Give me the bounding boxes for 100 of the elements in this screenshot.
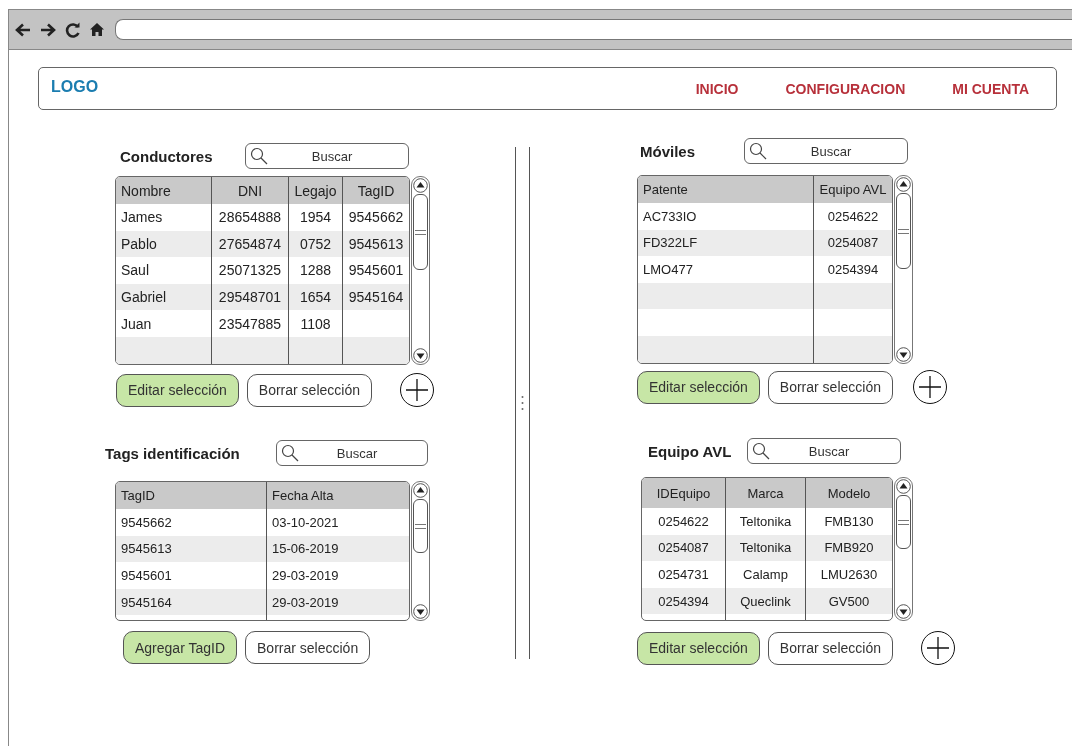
nav-link[interactable]: CONFIGURACION — [785, 80, 906, 97]
table-cell-text: 0254087 — [657, 539, 710, 558]
column-header: Fecha Alta — [266, 482, 409, 509]
table-cell: Queclink — [725, 587, 805, 615]
nav-link[interactable]: MI CUENTA — [952, 80, 1029, 97]
search-icon — [250, 147, 268, 165]
table-cell: 23547885 — [211, 310, 288, 337]
table-cell: Teltonika — [725, 534, 805, 562]
primary-button[interactable]: Editar selección — [637, 370, 760, 404]
table-cell: 1954 — [288, 204, 342, 231]
scroll-up-icon[interactable] — [413, 178, 428, 193]
table-cell-text: 0254731 — [657, 566, 710, 584]
search-field[interactable]: Buscar — [276, 440, 428, 466]
table-cell: 29-03-2019 — [266, 588, 409, 616]
back-arrow-icon[interactable] — [15, 22, 31, 37]
column-header: TagID — [342, 177, 409, 204]
table-cell: 1108 — [288, 310, 342, 337]
search-field[interactable]: Buscar — [245, 143, 409, 169]
table-cell-text: James — [120, 208, 164, 228]
plus-icon — [919, 376, 941, 398]
table-cell-text: Gabriel — [120, 288, 168, 308]
table-cell: 0254087 — [813, 229, 892, 257]
table-cell-text: 0254394 — [657, 592, 710, 611]
table-cell: 1288 — [288, 257, 342, 284]
scroll-thumb[interactable] — [413, 194, 428, 270]
secondary-button[interactable]: Borrar selección — [767, 370, 893, 404]
table-cell-text: 0254622 — [657, 512, 710, 531]
scroll-thumb[interactable] — [896, 495, 911, 549]
table-cell: 25071325 — [211, 257, 288, 284]
scrollbar[interactable] — [411, 481, 430, 621]
add-button[interactable] — [913, 370, 947, 404]
scroll-up-icon[interactable] — [413, 483, 428, 498]
scroll-down-icon[interactable] — [896, 604, 911, 619]
table-cell: Teltonika — [725, 508, 805, 535]
primary-button[interactable]: Editar selección — [637, 631, 760, 665]
table-cell-text: LMO477 — [642, 261, 694, 279]
table-cell: 0254622 — [813, 203, 892, 230]
secondary-button[interactable]: Borrar selección — [246, 373, 372, 407]
plus-icon — [406, 379, 428, 401]
table-cell: Calamp — [725, 561, 805, 588]
add-button[interactable] — [400, 373, 434, 407]
table-cell: FMB130 — [805, 508, 892, 535]
search-field[interactable]: Buscar — [744, 138, 908, 164]
table-cell: 03-10-2021 — [266, 509, 409, 536]
forward-arrow-icon[interactable] — [40, 22, 56, 37]
secondary-button[interactable]: Borrar selección — [245, 631, 371, 664]
table-cell-text: AC733IO — [642, 207, 698, 226]
column-header: Legajo — [288, 177, 342, 204]
plus-icon — [927, 637, 949, 659]
table-cell-text: FD322LF — [642, 234, 699, 253]
table-cell: 9545601 — [342, 257, 409, 284]
table-cell: GV500 — [805, 587, 892, 615]
section-title: Conductores — [119, 147, 214, 165]
section-title: Tags identificación — [105, 444, 241, 462]
table-cell-text: 9545601 — [120, 567, 173, 585]
splitter-grip-icon[interactable] — [521, 395, 524, 411]
scroll-up-icon[interactable] — [896, 479, 911, 494]
scroll-down-icon[interactable] — [413, 348, 428, 363]
scrollbar[interactable] — [411, 176, 430, 365]
secondary-button[interactable]: Borrar selección — [767, 631, 893, 665]
scrollbar[interactable] — [894, 477, 913, 621]
scrollbar[interactable] — [894, 175, 913, 364]
table-cell: 1654 — [288, 283, 342, 311]
column-header: Equipo AVL — [813, 176, 892, 203]
search-field[interactable]: Buscar — [747, 438, 901, 464]
table-cell: 0254394 — [813, 256, 892, 283]
column-header: DNI — [211, 177, 288, 204]
column-header: Patente — [642, 181, 689, 199]
address-field[interactable] — [115, 19, 1072, 40]
home-icon[interactable] — [90, 23, 104, 36]
table-cell-text: 9545662 — [120, 513, 173, 532]
search-icon — [752, 442, 770, 460]
scroll-thumb[interactable] — [896, 193, 911, 269]
column-header: Modelo — [805, 478, 892, 508]
table-cell: FMB920 — [805, 534, 892, 562]
table-cell: 29548701 — [211, 283, 288, 311]
add-button[interactable] — [921, 631, 955, 665]
table-cell: 29-03-2019 — [266, 562, 409, 589]
logo: LOGO — [51, 78, 99, 96]
table-cell-text: 9545164 — [120, 593, 173, 612]
table-cell-text: Juan — [120, 314, 153, 334]
scroll-down-icon[interactable] — [413, 604, 428, 619]
table-cell-text: Pablo — [120, 234, 158, 254]
primary-button[interactable]: Editar selección — [116, 373, 239, 407]
table-cell: 0752 — [288, 230, 342, 258]
scroll-up-icon[interactable] — [896, 177, 911, 192]
nav-link[interactable]: INICIO — [695, 80, 739, 97]
section-title: Equipo AVL — [647, 442, 733, 460]
table-cell: 28654888 — [211, 204, 288, 231]
table-cell: 27654874 — [211, 230, 288, 258]
column-header: Nombre — [120, 181, 172, 201]
table-cell: 15-06-2019 — [266, 535, 409, 563]
scroll-down-icon[interactable] — [896, 347, 911, 362]
primary-button[interactable]: Agregar TagID — [123, 631, 237, 664]
reload-icon[interactable] — [65, 21, 81, 38]
table-cell: 9545613 — [342, 230, 409, 258]
table-cell: LMU2630 — [805, 561, 892, 588]
table-cell: 9545662 — [342, 204, 409, 231]
scroll-thumb[interactable] — [413, 499, 428, 553]
table-cell: 9545164 — [342, 283, 409, 311]
